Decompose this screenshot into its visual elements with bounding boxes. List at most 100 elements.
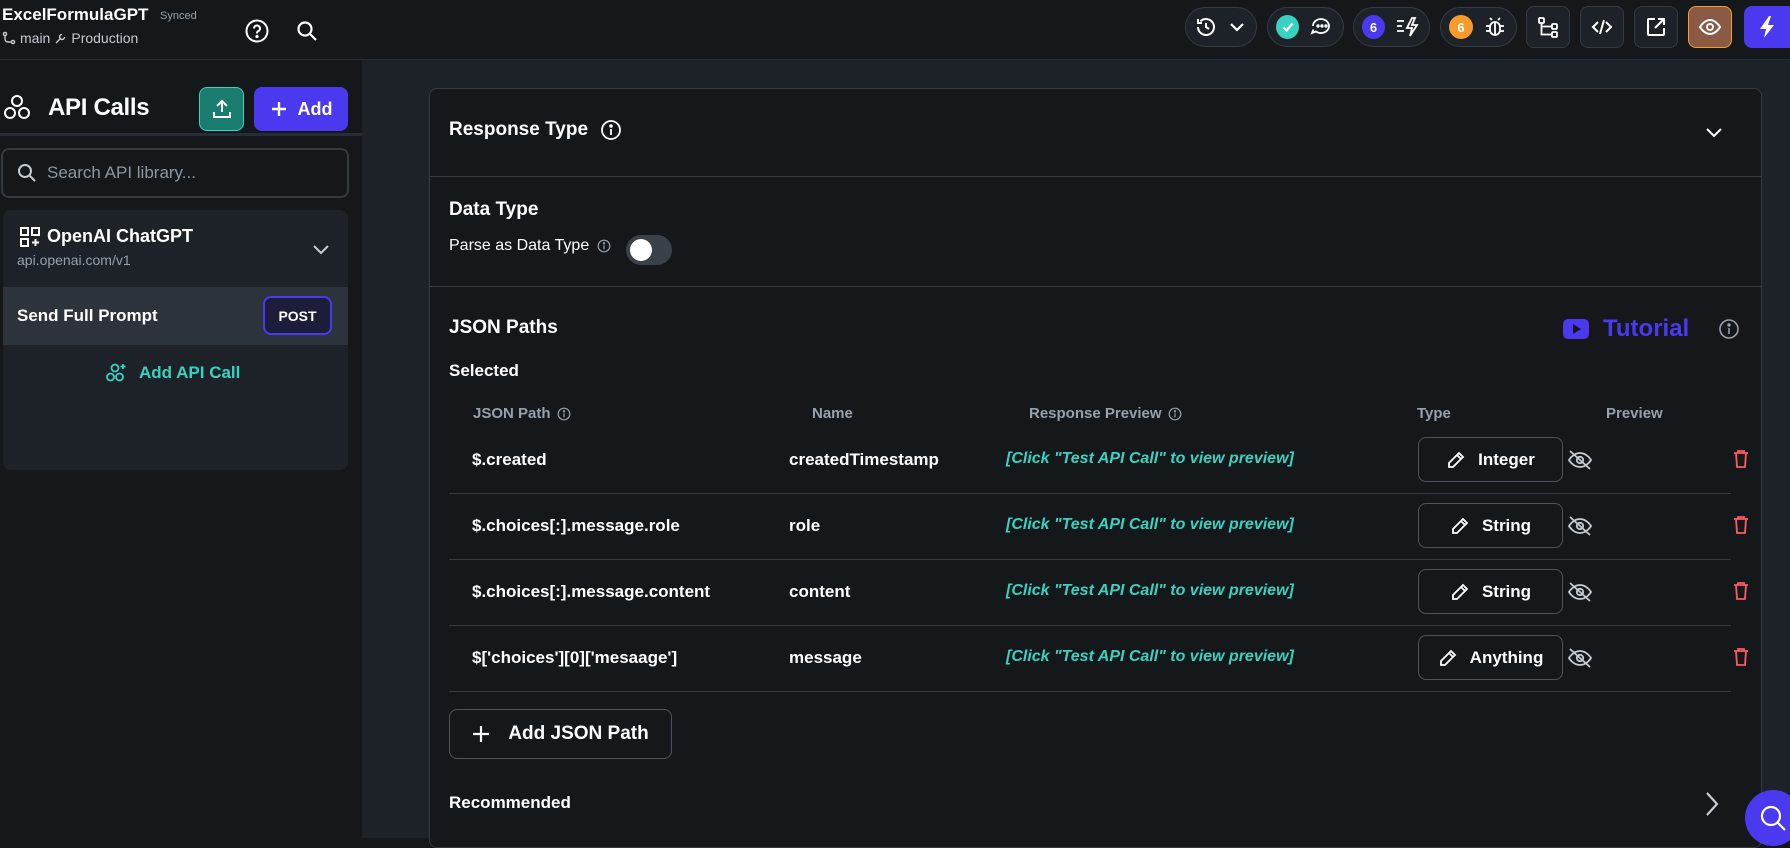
col-type: Type <box>1417 405 1451 422</box>
json-path-value: $.created <box>472 450 547 469</box>
sync-status: Synced <box>160 10 197 22</box>
edit-icon <box>1452 517 1469 534</box>
eye-off-icon[interactable] <box>1567 646 1593 670</box>
project-name[interactable]: ExcelFormulaGPT <box>2 5 148 25</box>
run-button[interactable] <box>1744 6 1790 48</box>
edit-icon <box>1452 583 1469 600</box>
api-group-name[interactable]: OpenAI ChatGPT <box>47 226 193 247</box>
notifications-count: 6 <box>1362 15 1385 39</box>
eye-off-icon[interactable] <box>1567 448 1593 472</box>
external-link-icon <box>1645 16 1667 38</box>
search-icon <box>17 163 37 183</box>
chevron-down-icon[interactable] <box>310 238 332 260</box>
type-label: Anything <box>1469 647 1544 667</box>
add-api-call-button[interactable]: Add API Call <box>105 362 240 384</box>
type-button[interactable]: Integer <box>1418 437 1563 482</box>
data-type-section: Data Type Parse as Data Type <box>430 177 1761 287</box>
chevron-right-icon[interactable] <box>1700 789 1722 819</box>
json-path-name: content <box>789 582 851 601</box>
code-view-button[interactable] <box>1580 6 1624 48</box>
api-cloud-icon <box>2 92 32 122</box>
trash-icon[interactable] <box>1733 515 1749 535</box>
lightning-icon <box>1758 15 1776 39</box>
api-cloud-plus-icon <box>105 362 127 384</box>
response-type-title: Response Type <box>449 119 589 140</box>
environment-name: Production <box>71 30 139 46</box>
tutorial-link[interactable]: Tutorial <box>1563 315 1689 343</box>
selected-label: Selected <box>449 361 519 380</box>
response-preview-text: [Click "Test API Call" to view preview] <box>1006 648 1294 665</box>
add-json-path-button[interactable]: Add JSON Path <box>449 709 672 759</box>
search-icon[interactable] <box>287 11 327 51</box>
chevron-down-icon[interactable] <box>1703 121 1725 143</box>
add-api-call-label: Add API Call <box>139 363 241 382</box>
info-icon[interactable] <box>1718 318 1740 340</box>
type-button[interactable]: Anything <box>1418 635 1563 680</box>
preview-button[interactable] <box>1688 6 1732 48</box>
response-preview-text: [Click "Test API Call" to view preview] <box>1006 450 1294 467</box>
col-response-preview: Response Preview <box>1029 405 1182 422</box>
branch-info[interactable]: main Production <box>2 30 138 46</box>
main-content: Response Type Data Type Parse as Data Ty… <box>392 60 1790 848</box>
json-path-value: $['choices'][0]['mesaage'] <box>472 648 678 667</box>
api-call-item[interactable]: Send Full Prompt POST <box>3 287 348 345</box>
add-api-button[interactable]: Add <box>254 87 348 131</box>
eye-off-icon[interactable] <box>1567 514 1593 538</box>
parse-label: Parse as Data Type <box>449 237 590 254</box>
branch-icon <box>2 31 16 45</box>
plus-icon <box>270 100 288 118</box>
grid-plus-icon <box>19 226 41 248</box>
history-icon <box>1194 15 1218 39</box>
issues-count: 6 <box>1449 15 1473 39</box>
collaboration-status[interactable] <box>1267 7 1344 47</box>
info-icon <box>1168 407 1181 420</box>
json-path-row: $['choices'][0]['mesaage'] message [Clic… <box>449 626 1748 692</box>
issues-button[interactable]: 6 <box>1440 7 1517 47</box>
help-icon[interactable] <box>237 11 277 51</box>
open-external-button[interactable] <box>1634 6 1678 48</box>
lightning-list-icon <box>1395 15 1421 39</box>
col-preview: Preview <box>1606 405 1663 422</box>
trash-icon[interactable] <box>1733 581 1749 601</box>
bug-icon <box>1483 15 1507 39</box>
response-panel: Response Type Data Type Parse as Data Ty… <box>429 88 1762 848</box>
response-type-section[interactable]: Response Type <box>430 89 1761 177</box>
youtube-icon <box>1563 319 1589 339</box>
type-label: String <box>1481 581 1532 601</box>
sidebar-header: API Calls Add <box>0 70 362 136</box>
col-name: Name <box>812 405 853 422</box>
check-icon <box>1276 15 1299 39</box>
json-path-value: $.choices[:].message.role <box>472 516 680 535</box>
add-json-path-label: Add JSON Path <box>508 723 649 744</box>
search-input[interactable] <box>47 163 327 183</box>
branch-tree-icon <box>1536 15 1560 39</box>
json-path-name: role <box>789 516 821 535</box>
api-sidebar: API Calls Add OpenAI ChatGPT api.openai.… <box>0 60 392 838</box>
eye-off-icon[interactable] <box>1567 580 1593 604</box>
wrench-icon <box>54 32 67 45</box>
type-label: String <box>1481 515 1532 535</box>
sidebar-divider[interactable] <box>362 60 392 838</box>
json-path-row: $.created createdTimestamp [Click "Test … <box>449 428 1748 494</box>
info-icon[interactable] <box>597 239 611 253</box>
info-icon[interactable] <box>600 119 622 141</box>
plus-icon <box>473 726 490 742</box>
api-search[interactable] <box>1 148 349 198</box>
notifications-button[interactable]: 6 <box>1353 7 1430 47</box>
data-type-title: Data Type <box>449 199 539 220</box>
response-preview-text: [Click "Test API Call" to view preview] <box>1006 516 1294 533</box>
type-button[interactable]: String <box>1418 503 1563 548</box>
branching-button[interactable] <box>1526 6 1570 48</box>
type-button[interactable]: String <box>1418 569 1563 614</box>
upload-icon <box>210 97 234 121</box>
top-bar: ExcelFormulaGPT Synced main Production 6… <box>0 0 1790 60</box>
parse-toggle[interactable] <box>626 235 672 265</box>
info-icon <box>557 407 570 420</box>
upload-button[interactable] <box>199 87 244 131</box>
trash-icon[interactable] <box>1733 449 1749 469</box>
api-group-url: api.openai.com/v1 <box>17 252 131 268</box>
history-menu[interactable] <box>1185 7 1257 47</box>
col-json-path: JSON Path <box>473 405 571 422</box>
trash-icon[interactable] <box>1733 647 1749 667</box>
recommended-label[interactable]: Recommended <box>449 793 571 813</box>
